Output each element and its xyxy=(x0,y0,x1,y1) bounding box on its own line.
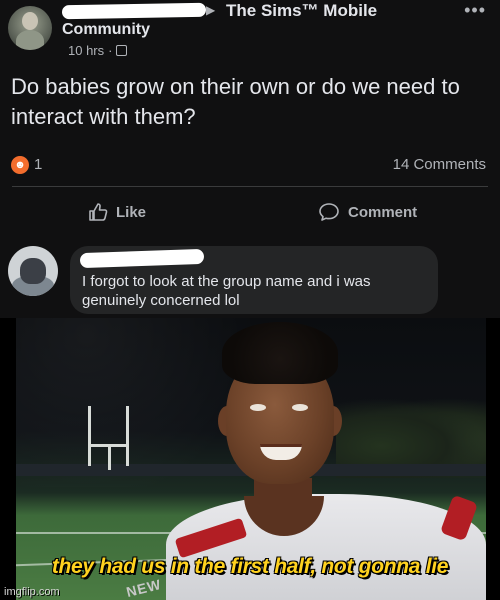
like-button[interactable]: Like xyxy=(88,202,146,222)
comment-button[interactable]: Comment xyxy=(318,202,417,222)
poster-avatar[interactable] xyxy=(8,6,52,50)
commenter-avatar[interactable] xyxy=(8,246,58,296)
speech-bubble-icon xyxy=(319,203,339,221)
meme-caption: they had us in the first half, not gonna… xyxy=(51,555,449,578)
avatar-head xyxy=(22,12,38,30)
divider xyxy=(12,186,488,187)
meta-separator: · xyxy=(108,43,113,58)
comment-text: I forgot to look at the group name and i… xyxy=(82,273,371,309)
reaction-count[interactable]: 1 xyxy=(34,156,42,173)
haha-reaction-icon[interactable]: ☻ xyxy=(11,156,29,174)
group-name-link[interactable]: The Sims™ Mobile xyxy=(226,1,377,21)
avatar-body xyxy=(16,30,44,50)
thumbs-up-icon xyxy=(89,203,108,221)
comment-label: Comment xyxy=(348,203,418,221)
author-line[interactable]: Community xyxy=(62,21,150,39)
player-hair xyxy=(222,322,338,384)
goal-post-upright xyxy=(126,406,129,466)
post-text: Do babies grow on their own or do we nee… xyxy=(11,74,460,129)
player-eye xyxy=(292,404,308,411)
facebook-post: ▶ The Sims™ Mobile ••• Community 10 hrs … xyxy=(0,0,500,318)
goal-post-base xyxy=(108,444,111,470)
comments-count[interactable]: 14 Comments xyxy=(393,156,486,173)
more-dots-icon[interactable]: ••• xyxy=(464,0,486,21)
post-timestamp[interactable]: 10 hrs xyxy=(68,43,104,58)
like-label: Like xyxy=(116,203,147,221)
redacted-poster-name xyxy=(61,2,207,20)
goal-post-upright xyxy=(88,406,91,466)
arrow-right-icon: ▶ xyxy=(206,3,216,17)
post-meta: 10 hrs · xyxy=(68,43,128,58)
imgflip-watermark: imgflip.com xyxy=(4,586,60,598)
microphone-flag: NEW xyxy=(124,575,164,600)
player-eye xyxy=(250,404,266,411)
group-privacy-icon xyxy=(116,45,128,56)
avatar-paw xyxy=(20,258,46,284)
